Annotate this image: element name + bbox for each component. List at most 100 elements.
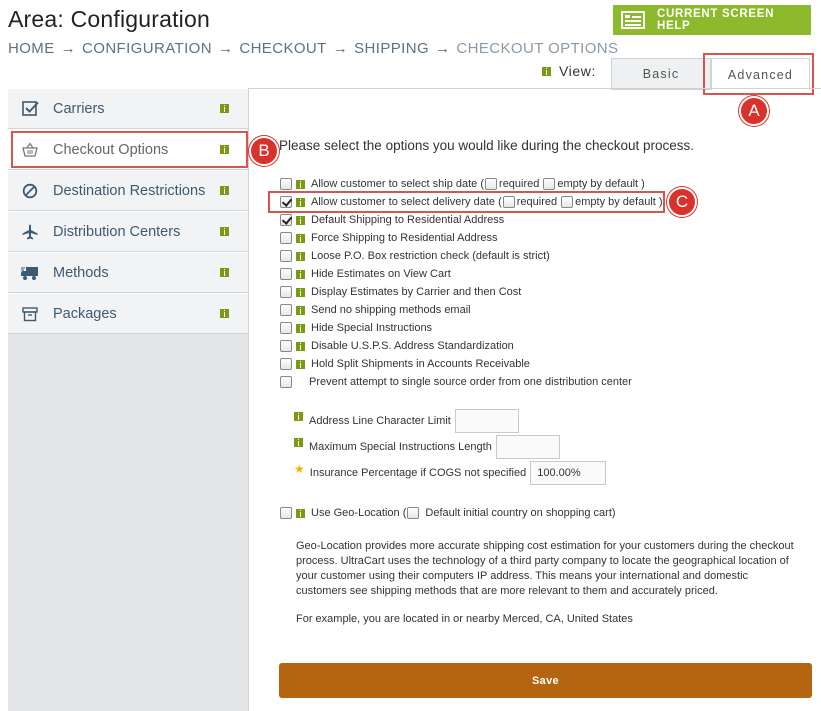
option-label: Prevent attempt to single source order f… [309,376,632,388]
help-button-label: CURRENT SCREEN HELP [656,8,775,32]
info-icon[interactable] [220,309,229,318]
option-sublabel: empty by default ) [557,178,645,190]
info-icon[interactable] [296,269,305,279]
info-icon[interactable] [296,341,305,351]
info-icon[interactable] [220,186,229,195]
sidebar-item-label: Destination Restrictions [53,182,206,199]
highlight-delivery-date [268,191,665,213]
screen-help-icon [621,11,645,29]
sidebar-item-distribution-centers[interactable]: Distribution Centers [8,211,248,252]
current-screen-help-button[interactable]: CURRENT SCREEN HELP [613,5,811,35]
breadcrumb-checkout[interactable]: CHECKOUT [239,40,326,57]
address-limit-input[interactable] [454,409,519,433]
info-icon[interactable] [542,66,551,76]
option-row: Hide Estimates on View Cart [280,266,451,282]
option-row: Loose P.O. Box restriction check (defaul… [280,248,550,264]
sidebar-item-label: Distribution Centers [53,223,181,240]
info-icon[interactable] [296,508,305,518]
option-label: Send no shipping methods email [311,304,471,316]
field-label: Insurance Percentage if COGS not specifi… [309,467,527,479]
save-button[interactable]: Save [279,663,812,698]
view-label: View: [559,63,596,79]
option-row: Hold Split Shipments in Accounts Receiva… [280,356,530,372]
ship-date-required-checkbox[interactable] [485,178,498,190]
info-icon[interactable] [296,251,305,261]
ship-date-empty-default-checkbox[interactable] [543,178,556,190]
info-icon[interactable] [296,323,305,333]
breadcrumb: HOME → CONFIGURATION → CHECKOUT → SHIPPING → CHE… [8,40,618,57]
force-residential-checkbox[interactable] [280,232,292,244]
info-icon[interactable] [220,268,229,277]
breadcrumb-checkout-options: CHECKOUT OPTIONS [456,40,619,57]
info-icon[interactable] [294,437,303,447]
callout-b: B [249,136,279,166]
address-limit-row: Address Line Character Limit [294,409,519,433]
info-icon[interactable] [294,411,303,421]
info-icon[interactable] [296,305,305,315]
option-row: Prevent attempt to single source order f… [280,374,632,390]
breadcrumb-home[interactable]: HOME [8,40,55,57]
info-icon[interactable] [220,227,229,236]
option-row: Disable U.S.P.S. Address Standardization [280,338,514,354]
sidebar-item-label: Carriers [53,100,105,117]
geo-example: For example, you are located in or nearb… [296,613,633,625]
field-label: Maximum Special Instructions Length [309,441,492,453]
insurance-input[interactable] [530,461,607,485]
option-label: Allow customer to select ship date ( [311,178,485,190]
field-label: Address Line Character Limit [309,415,451,427]
sidebar-item-carriers[interactable]: Carriers [8,88,248,129]
no-shipping-email-checkbox[interactable] [280,304,292,316]
info-icon[interactable] [296,287,305,297]
sidebar-item-label: Methods [53,264,109,281]
breadcrumb-separator: → [332,40,349,57]
ship-date-checkbox[interactable] [280,178,292,190]
hide-special-instructions-checkbox[interactable] [280,322,292,334]
disable-usps-standardization-checkbox[interactable] [280,340,292,352]
option-row: Display Estimates by Carrier and then Co… [280,284,521,300]
airplane-icon [21,223,39,241]
option-row: Force Shipping to Residential Address [280,230,498,246]
view-basic-button[interactable]: Basic [611,58,711,90]
loose-po-box-checkbox[interactable] [280,250,292,262]
info-icon[interactable] [296,215,305,225]
insurance-row: ★ Insurance Percentage if COGS not speci… [294,461,607,485]
hold-split-shipments-checkbox[interactable] [280,358,292,370]
box-icon [21,305,39,323]
sidebar-item-destination-restrictions[interactable]: Destination Restrictions [8,170,248,211]
info-icon[interactable] [296,359,305,369]
option-label: Hold Split Shipments in Accounts Receiva… [311,358,530,370]
option-label: Hide Estimates on View Cart [311,268,451,280]
breadcrumb-configuration[interactable]: CONFIGURATION [82,40,212,57]
highlight-checkout-options [11,131,248,168]
special-length-row: Maximum Special Instructions Length [294,435,560,459]
truck-icon [21,264,39,282]
geo-location-row: Use Geo-Location ( Default initial count… [280,505,616,521]
geo-location-checkbox[interactable] [280,507,292,519]
info-icon[interactable] [296,233,305,243]
page-title: Area: Configuration [8,6,210,32]
default-country-checkbox[interactable] [407,507,420,519]
option-row: Hide Special Instructions [280,320,432,336]
default-residential-checkbox[interactable] [280,214,292,226]
checkbox-icon [21,100,39,118]
sidebar: Carriers Checkout Options Destination Re… [8,88,249,711]
special-length-input[interactable] [495,435,560,459]
breadcrumb-separator: → [60,40,77,57]
sidebar-item-methods[interactable]: Methods [8,252,248,293]
display-estimates-carrier-checkbox[interactable] [280,286,292,298]
option-label: Default Shipping to Residential Address [311,214,505,226]
option-label: Force Shipping to Residential Address [311,232,498,244]
star-icon[interactable]: ★ [294,462,305,476]
option-label: Hide Special Instructions [311,322,433,334]
content-top-border [249,88,821,89]
breadcrumb-shipping[interactable]: SHIPPING [354,40,429,57]
sidebar-item-packages[interactable]: Packages [8,293,248,334]
geo-description: Geo-Location provides more accurate ship… [296,540,794,597]
prevent-single-source-checkbox[interactable] [280,376,292,388]
breadcrumb-separator: → [435,40,451,57]
info-icon[interactable] [220,104,229,113]
option-label: Display Estimates by Carrier and then Co… [311,286,522,298]
hide-estimates-checkbox[interactable] [280,268,292,280]
info-icon[interactable] [296,179,305,189]
breadcrumb-separator: → [217,40,234,57]
